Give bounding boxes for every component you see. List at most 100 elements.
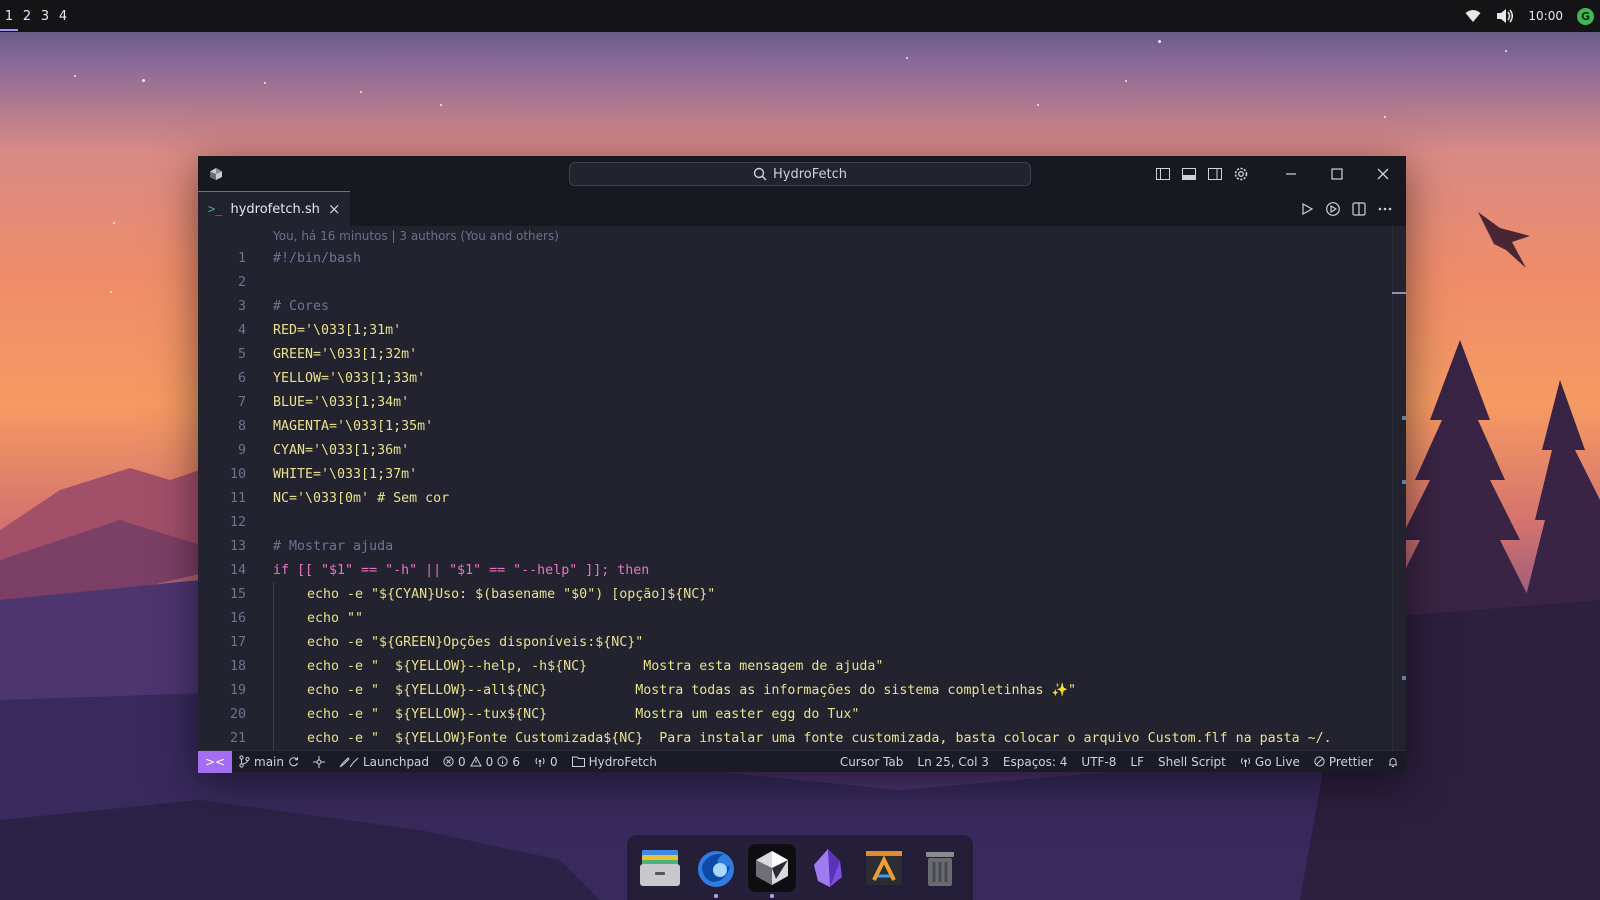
line-text: echo -e "${CYAN}Uso: $(basename "$0") [o…	[307, 587, 716, 602]
cursor-app-icon[interactable]	[748, 843, 796, 898]
more-icon[interactable]	[1372, 191, 1398, 226]
workspace-2[interactable]: 2	[18, 0, 36, 32]
code-lines: 1 #!/bin/bash 2 3 # Cores 4 RED='\033[1;31m…	[198, 246, 1392, 750]
problems-indicator[interactable]: 0 0 6	[436, 755, 527, 769]
line-text: echo -e " ${YELLOW}--all${NC} Mostra tod…	[307, 683, 1077, 698]
obsidian-app-icon[interactable]	[804, 844, 852, 892]
clock[interactable]: 10:00	[1528, 9, 1563, 23]
code-line: 15 echo -e "${CYAN}Uso: $(basename "$0") …	[198, 582, 1392, 606]
code-line: 9 CYAN='\033[1;36m'	[198, 438, 1392, 462]
line-text: YELLOW='\033[1;33m'	[273, 370, 426, 386]
line-text: if [[ "$1" == "-h" || "$1" == "--help" ]…	[273, 562, 650, 578]
files-app-icon[interactable]	[636, 844, 684, 892]
sublime-app-icon[interactable]	[860, 844, 908, 892]
line-number: 21	[229, 730, 246, 746]
error-icon	[443, 756, 454, 767]
line-text: echo -e " ${YELLOW}--help, -h${NC} Mostr…	[307, 659, 884, 674]
split-editor-icon[interactable]	[1346, 191, 1372, 226]
line-number: 15	[229, 586, 246, 602]
maximize-icon[interactable]	[1314, 156, 1360, 191]
code-line: 20 echo -e " ${YELLOW}--tux${NC} Mostra u…	[198, 702, 1392, 726]
remote-indicator[interactable]: ><	[198, 750, 232, 773]
code-line: 10 WHITE='\033[1;37m'	[198, 462, 1392, 486]
wifi-icon[interactable]	[1464, 7, 1482, 25]
tab-close-icon[interactable]: ×	[328, 200, 341, 218]
line-number: 4	[237, 322, 246, 338]
line-text: # Mostrar ajuda	[273, 538, 394, 554]
code-line: 1 #!/bin/bash	[198, 246, 1392, 270]
broadcast-icon	[1240, 757, 1250, 767]
system-tray: 10:00 G	[1464, 7, 1594, 25]
line-number: 10	[229, 466, 246, 482]
tab-hydrofetch-sh[interactable]: >_ hydrofetch.sh ×	[198, 191, 351, 226]
ports-count: 0	[549, 754, 558, 769]
line-number: 9	[237, 442, 246, 458]
warning-icon	[469, 756, 482, 767]
eol-setting[interactable]: LF	[1123, 755, 1151, 769]
workspace-3[interactable]: 3	[36, 0, 54, 32]
ports-indicator[interactable]: 0	[527, 755, 565, 769]
code-line: 18 echo -e " ${YELLOW}--help, -h${NC} Mos…	[198, 654, 1392, 678]
go-live-button[interactable]: Go Live	[1233, 755, 1307, 769]
folder-name: HydroFetch	[588, 754, 657, 769]
gear-icon[interactable]	[1228, 156, 1254, 191]
running-indicator	[714, 893, 718, 898]
line-text: echo -e " ${YELLOW}--tux${NC} Mostra um …	[307, 707, 860, 722]
workspace-4[interactable]: 4	[54, 0, 72, 32]
workspace-switcher: 1 2 3 4	[0, 0, 72, 32]
line-number: 13	[229, 538, 246, 554]
info-count: 6	[512, 754, 520, 769]
prettier-label: Prettier	[1328, 754, 1373, 769]
indentation-setting[interactable]: Espaços: 4	[996, 755, 1075, 769]
line-number: 11	[229, 490, 246, 506]
prettier-status[interactable]: Prettier	[1307, 755, 1380, 769]
minimize-icon[interactable]	[1268, 156, 1314, 191]
git-graph-icon[interactable]	[306, 755, 332, 768]
language-mode[interactable]: Shell Script	[1151, 755, 1233, 769]
scroll-marker	[1402, 416, 1406, 420]
user-avatar[interactable]: G	[1577, 7, 1594, 25]
run-icon[interactable]	[1294, 191, 1320, 226]
code-line: 11 NC='\033[0m' # Sem cor	[198, 486, 1392, 510]
debug-icon[interactable]	[1320, 191, 1346, 226]
command-center-search[interactable]: HydroFetch	[569, 162, 1031, 186]
code-line: 5 GREEN='\033[1;32m'	[198, 342, 1392, 366]
code-line: 2	[198, 270, 1392, 294]
line-text: WHITE='\033[1;37m'	[273, 466, 418, 482]
line-number: 8	[237, 418, 246, 434]
code-line: 6 YELLOW='\033[1;33m'	[198, 366, 1392, 390]
title-bar: HydroFetch	[198, 156, 1406, 191]
line-number: 1	[237, 250, 246, 266]
cursor-position[interactable]: Ln 25, Col 3	[910, 755, 996, 769]
git-branch[interactable]: main	[232, 755, 306, 769]
cursor-tab-status[interactable]: Cursor Tab	[833, 755, 911, 769]
code-line: 14 if [[ "$1" == "-h" || "$1" == "--help"…	[198, 558, 1392, 582]
trash-icon[interactable]	[916, 844, 964, 892]
folder-icon	[571, 756, 585, 767]
line-text: echo ""	[307, 611, 364, 626]
close-icon[interactable]	[1360, 156, 1406, 191]
branch-icon	[239, 755, 250, 768]
editor-scrollbar[interactable]	[1392, 226, 1406, 750]
search-icon	[753, 167, 767, 181]
code-editor[interactable]: You, há 16 minutos | 3 authors (You and …	[198, 226, 1406, 750]
notifications-bell-icon[interactable]	[1380, 756, 1406, 768]
line-text: RED='\033[1;31m'	[273, 322, 402, 338]
line-text: GREEN='\033[1;32m'	[273, 346, 418, 362]
line-text: echo -e " ${YELLOW}Fonte Customizada${NC…	[307, 731, 1332, 746]
antenna-icon	[535, 757, 545, 767]
workspace-folder[interactable]: HydroFetch	[565, 755, 664, 769]
git-blame-annotation[interactable]: You, há 16 minutos | 3 authors (You and …	[273, 229, 559, 243]
launchpad-button[interactable]: Launchpad	[332, 755, 436, 769]
toggle-panel-icon[interactable]	[1176, 156, 1202, 191]
toggle-primary-sidebar-icon[interactable]	[1150, 156, 1176, 191]
line-number: 6	[237, 370, 246, 386]
volume-icon[interactable]	[1496, 7, 1514, 25]
workspace-1[interactable]: 1	[0, 0, 18, 32]
line-number: 12	[229, 514, 246, 530]
thunderbird-app-icon[interactable]	[692, 844, 740, 898]
line-number: 20	[229, 706, 246, 722]
encoding-setting[interactable]: UTF-8	[1074, 755, 1123, 769]
scroll-marker	[1402, 480, 1406, 484]
toggle-secondary-sidebar-icon[interactable]	[1202, 156, 1228, 191]
